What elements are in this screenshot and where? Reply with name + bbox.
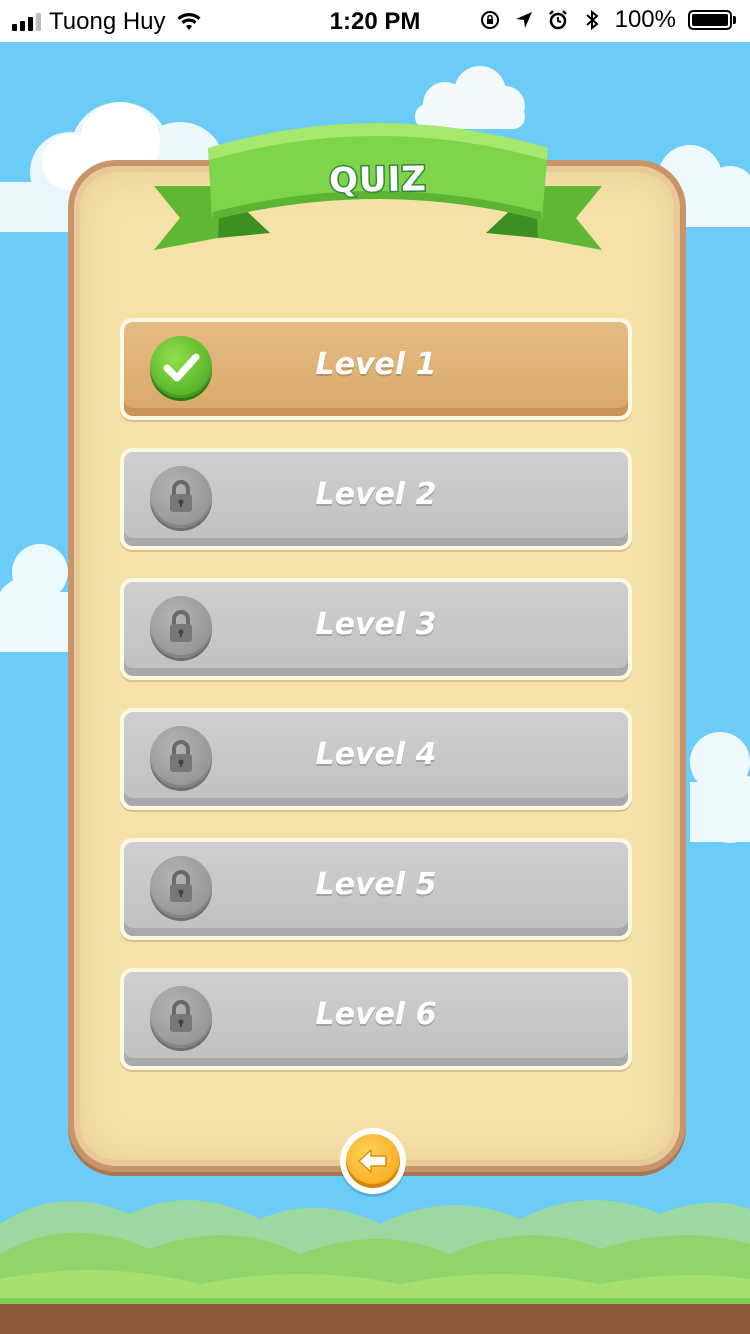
level-label: Level 5: [315, 867, 437, 902]
status-bar: Tuong Huy 1:20 PM 100%: [0, 0, 750, 42]
level-3-button[interactable]: Level 3: [120, 578, 632, 680]
level-label: Level 3: [315, 607, 437, 642]
bluetooth-icon: [585, 9, 599, 31]
cloud-decoration: [690, 732, 750, 843]
battery-icon: [688, 10, 736, 30]
level-5-button[interactable]: Level 5: [120, 838, 632, 940]
level-list: Level 1 Level 2 Level 3 Level 4 Level 5 …: [120, 318, 632, 1098]
location-icon: [515, 12, 532, 28]
title-container: QUIZ: [298, 158, 458, 203]
alarm-icon: [548, 10, 567, 30]
level-1-button[interactable]: Level 1: [120, 318, 632, 420]
hills-decoration: [0, 1200, 750, 1334]
back-arrow-icon: [346, 1134, 400, 1188]
page-title: QUIZ: [327, 158, 429, 203]
rotation-lock-icon: [480, 11, 499, 29]
level-2-button[interactable]: Level 2: [120, 448, 632, 550]
level-4-button[interactable]: Level 4: [120, 708, 632, 810]
level-label: Level 1: [315, 347, 437, 382]
level-6-button[interactable]: Level 6: [120, 968, 632, 1070]
battery-percent: 100%: [614, 6, 676, 33]
level-label: Level 2: [315, 477, 437, 512]
level-label: Level 4: [315, 737, 437, 772]
level-label: Level 6: [315, 997, 437, 1032]
status-right: 100%: [479, 6, 736, 34]
back-button[interactable]: [340, 1128, 406, 1194]
